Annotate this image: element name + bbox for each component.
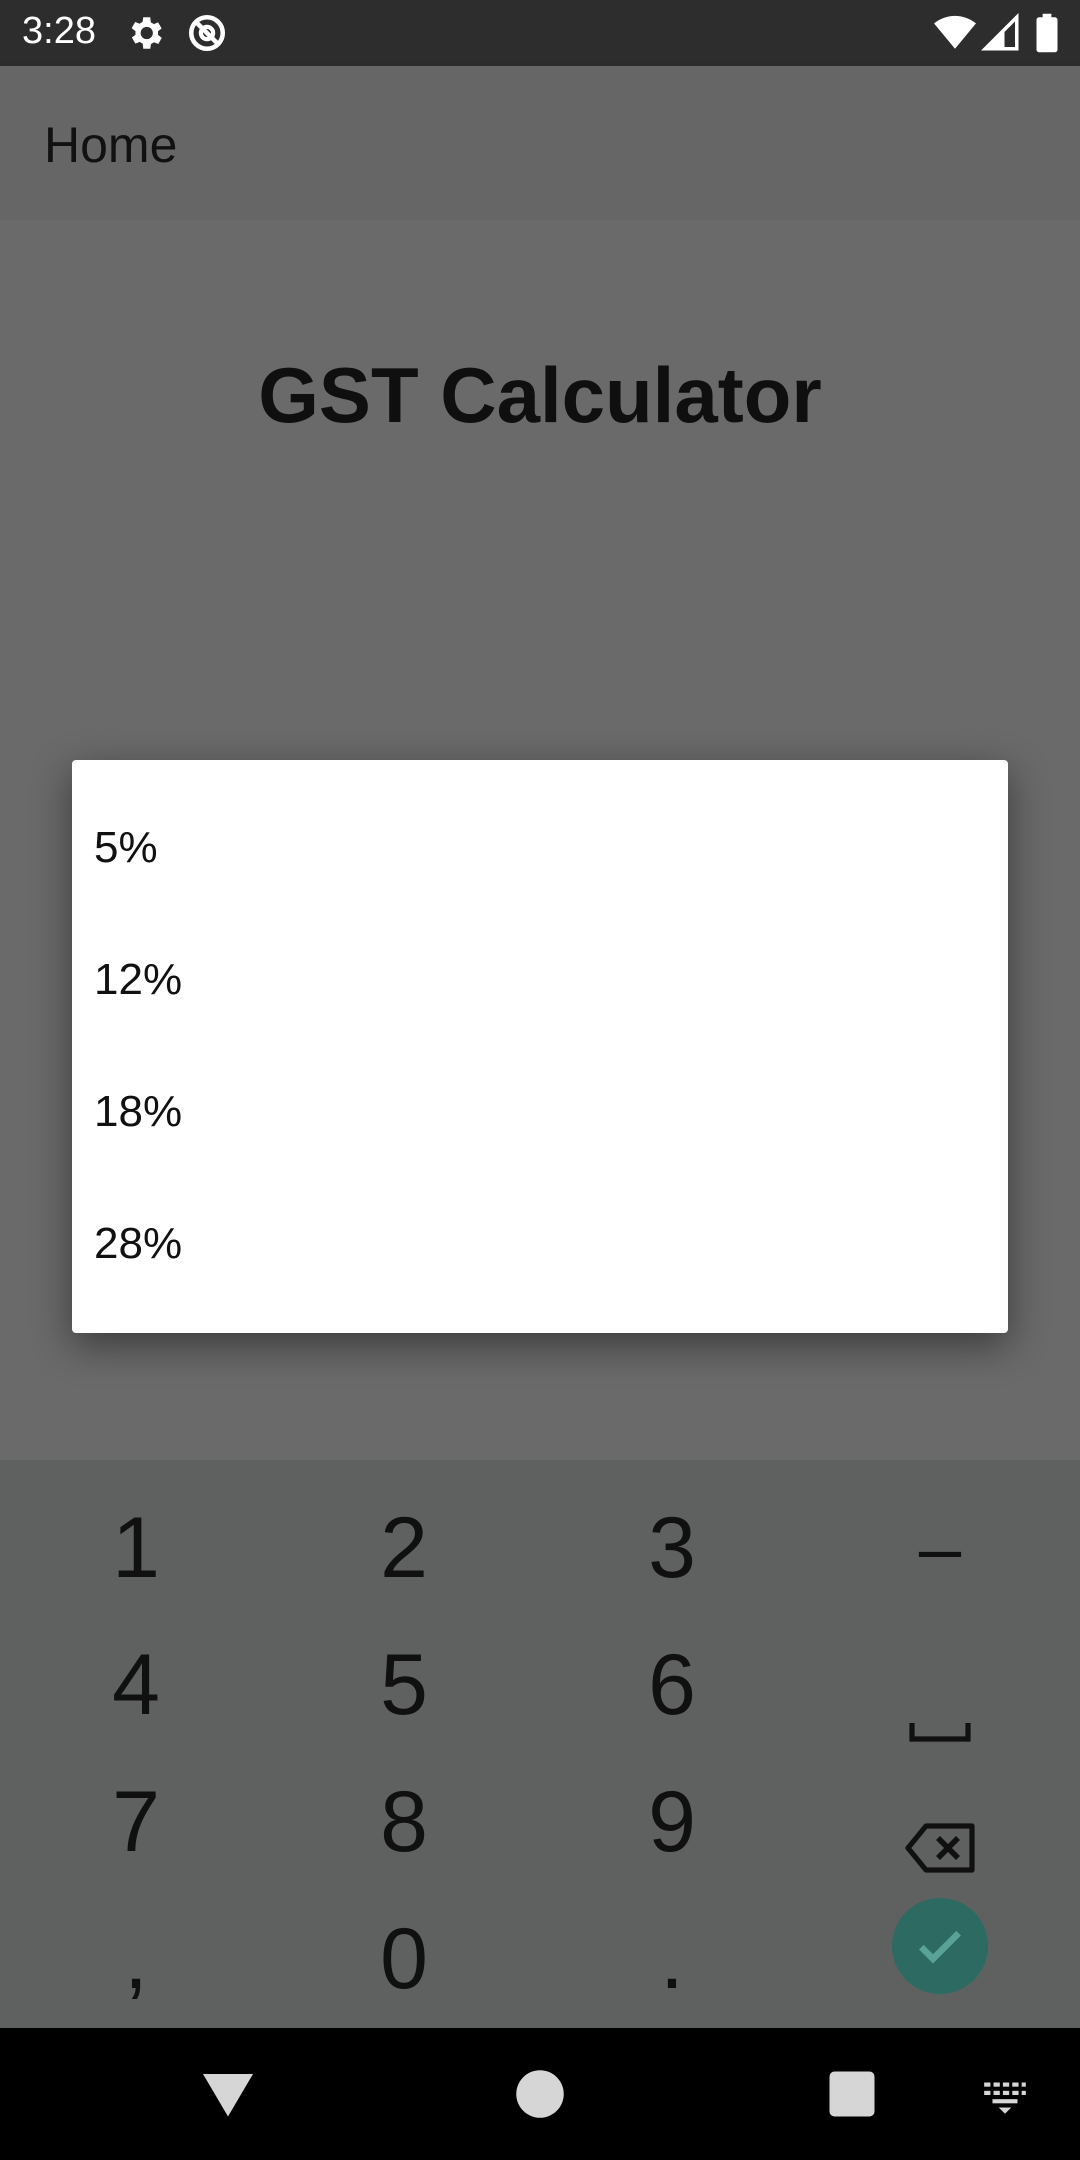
- key-8[interactable]: 8: [270, 1754, 538, 1890]
- backspace-icon: [904, 1796, 976, 1873]
- key-7[interactable]: 7: [2, 1754, 270, 1890]
- key-0[interactable]: 0: [270, 1891, 538, 2027]
- app-bar: Home: [0, 66, 1080, 220]
- key-2[interactable]: 2: [270, 1480, 538, 1616]
- option-18-percent[interactable]: 18%: [72, 1046, 1008, 1178]
- gear-icon: [124, 12, 166, 54]
- key-4[interactable]: 4: [2, 1617, 270, 1753]
- key-period[interactable]: .: [538, 1891, 806, 2027]
- option-5-percent[interactable]: 5%: [72, 782, 1008, 914]
- page-title: GST Calculator: [258, 351, 822, 439]
- home-icon[interactable]: [510, 2064, 570, 2124]
- option-28-percent[interactable]: 28%: [72, 1178, 1008, 1310]
- key-3[interactable]: 3: [538, 1480, 806, 1616]
- signal-icon: [980, 12, 1022, 54]
- assistant-icon: [186, 12, 228, 54]
- navigation-bar: [0, 2028, 1080, 2160]
- key-comma[interactable]: ,: [2, 1891, 270, 2027]
- done-button[interactable]: [892, 1898, 988, 1994]
- recents-icon[interactable]: [822, 2064, 882, 2124]
- key-space[interactable]: [806, 1617, 1074, 1753]
- key-6[interactable]: 6: [538, 1617, 806, 1753]
- status-bar: 3:28: [0, 0, 1080, 66]
- app-bar-title: Home: [44, 117, 178, 173]
- keyboard-switch-icon[interactable]: [980, 2070, 1030, 2120]
- key-minus[interactable]: –: [806, 1480, 1074, 1616]
- key-9[interactable]: 9: [538, 1754, 806, 1890]
- wifi-icon: [934, 12, 976, 54]
- numeric-keyboard: 1 2 3 – 4 5 6 7 8 9 , 0 .: [0, 1460, 1080, 2028]
- key-5[interactable]: 5: [270, 1617, 538, 1753]
- back-icon[interactable]: [198, 2064, 258, 2124]
- option-12-percent[interactable]: 12%: [72, 914, 1008, 1046]
- done-icon: [912, 1918, 968, 1974]
- status-time: 3:28: [22, 10, 96, 52]
- key-backspace[interactable]: [806, 1754, 1074, 1890]
- key-1[interactable]: 1: [2, 1480, 270, 1616]
- gst-rate-dialog: 5% 12% 18% 28%: [72, 760, 1008, 1333]
- battery-icon: [1026, 12, 1068, 54]
- space-icon: [908, 1669, 972, 1742]
